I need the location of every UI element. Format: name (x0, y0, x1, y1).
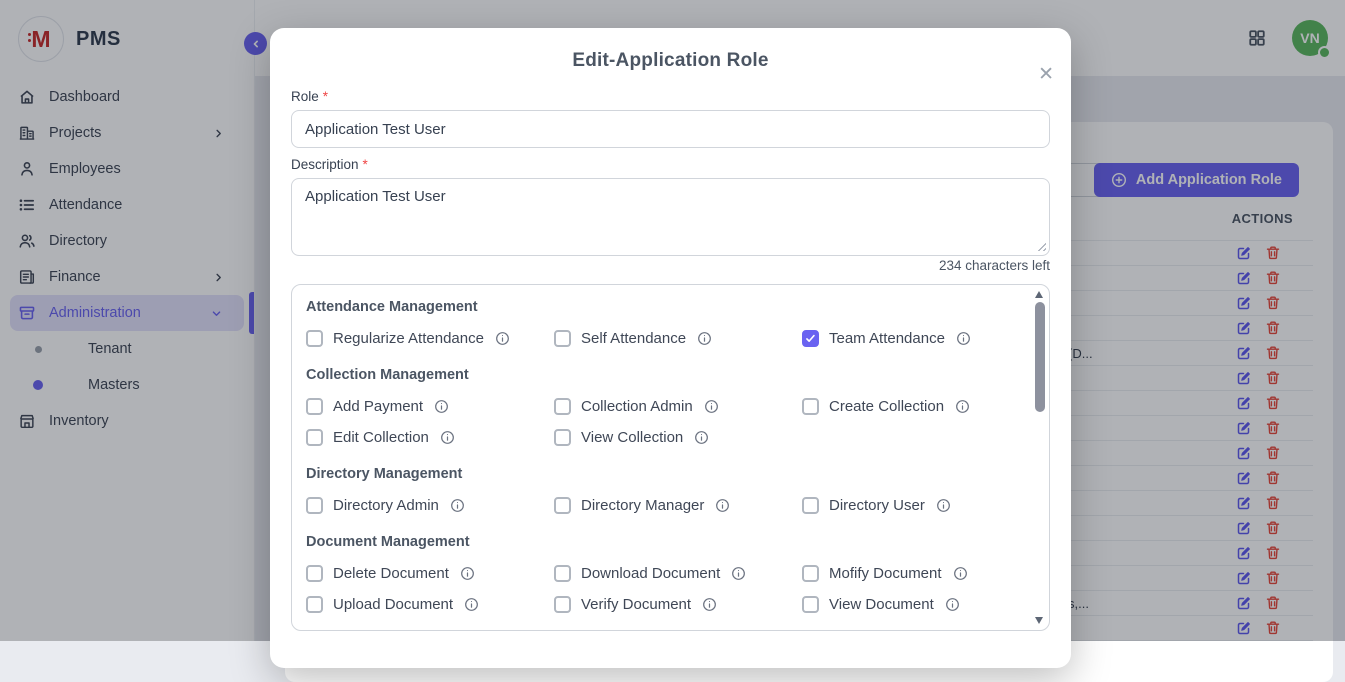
permission-label: Edit Collection (333, 429, 429, 446)
required-asterisk: * (363, 157, 368, 172)
checkbox-upload-document[interactable] (306, 596, 323, 613)
permission-item-create-collection[interactable]: Create Collection (802, 395, 1019, 417)
permission-label: Self Attendance (581, 330, 686, 347)
permissions-grid: Delete Document Download Document Mofify D… (306, 562, 1019, 615)
modal-title: Edit-Application Role (270, 28, 1071, 72)
permissions-grid: Add Payment Collection Admin Create Collec… (306, 395, 1019, 448)
info-icon[interactable] (936, 498, 951, 513)
checkbox-edit-collection[interactable] (306, 429, 323, 446)
permission-section-directory-management: Directory ManagementDirectory AdminDirec… (306, 466, 1019, 516)
info-icon[interactable] (460, 566, 475, 581)
permission-label: Team Attendance (829, 330, 945, 347)
permission-label: Create Collection (829, 398, 944, 415)
info-icon[interactable] (440, 430, 455, 445)
permission-item-regularize-attendance[interactable]: Regularize Attendance (306, 327, 554, 349)
info-icon[interactable] (464, 597, 479, 612)
permission-label: Add Payment (333, 398, 423, 415)
info-icon[interactable] (956, 331, 971, 346)
permission-label: View Collection (581, 429, 683, 446)
permission-label: Regularize Attendance (333, 330, 484, 347)
info-icon[interactable] (697, 331, 712, 346)
section-title: Collection Management (306, 367, 1019, 384)
checkbox-add-payment[interactable] (306, 398, 323, 415)
permission-item-upload-document[interactable]: Upload Document (306, 593, 554, 615)
permission-item-download-document[interactable]: Download Document (554, 562, 802, 584)
role-input[interactable] (291, 110, 1050, 148)
permission-item-collection-admin[interactable]: Collection Admin (554, 395, 802, 417)
info-icon[interactable] (694, 430, 709, 445)
permission-item-mofify-document[interactable]: Mofify Document (802, 562, 1019, 584)
description-textarea[interactable]: Application Test User (291, 178, 1050, 256)
description-label: Description* (291, 158, 1050, 172)
permission-section-document-management: Document Management Delete Document Downlo… (306, 534, 1019, 615)
checkbox-team-attendance[interactable] (802, 330, 819, 347)
scroll-down-arrow-icon[interactable] (1035, 617, 1043, 624)
permission-item-view-document[interactable]: View Document (802, 593, 1019, 615)
permission-label: Collection Admin (581, 398, 693, 415)
description-field-wrap: Application Test User (291, 178, 1050, 256)
section-title: Directory Management (306, 466, 1019, 483)
checkbox-directory-user[interactable] (802, 497, 819, 514)
info-icon[interactable] (715, 498, 730, 513)
permission-item-directory-user[interactable]: Directory User (802, 494, 1019, 516)
checkbox-regularize-attendance[interactable] (306, 330, 323, 347)
permission-label: Upload Document (333, 596, 453, 613)
permission-item-self-attendance[interactable]: Self Attendance (554, 327, 802, 349)
checkbox-self-attendance[interactable] (554, 330, 571, 347)
characters-left-counter: 234 characters left (291, 259, 1050, 273)
permission-item-add-payment[interactable]: Add Payment (306, 395, 554, 417)
info-icon[interactable] (450, 498, 465, 513)
permissions-grid: Directory Admin Directory Manager Director… (306, 494, 1019, 516)
checkbox-delete-document[interactable] (306, 565, 323, 582)
permission-item-directory-admin[interactable]: Directory Admin (306, 494, 554, 516)
required-asterisk: * (323, 89, 328, 104)
permission-label: Delete Document (333, 565, 449, 582)
role-label: Role* (291, 90, 1050, 104)
checkbox-download-document[interactable] (554, 565, 571, 582)
permissions-grid: Regularize Attendance Self Attendance Team… (306, 327, 1019, 349)
permissions-sections: Attendance Management Regularize Attendan… (306, 299, 1019, 615)
info-icon[interactable] (955, 399, 970, 414)
close-icon[interactable]: ✕ (1038, 65, 1054, 84)
checkbox-create-collection[interactable] (802, 398, 819, 415)
checkbox-directory-manager[interactable] (554, 497, 571, 514)
permission-label: Directory User (829, 497, 925, 514)
permission-item-verify-document[interactable]: Verify Document (554, 593, 802, 615)
permission-label: Download Document (581, 565, 720, 582)
permissions-box: Attendance Management Regularize Attendan… (291, 284, 1050, 631)
scrollbar-thumb[interactable] (1035, 302, 1045, 412)
permissions-scrollbar[interactable] (1033, 288, 1046, 627)
scroll-up-arrow-icon[interactable] (1035, 291, 1043, 298)
info-icon[interactable] (731, 566, 746, 581)
checkbox-directory-admin[interactable] (306, 497, 323, 514)
checkbox-collection-admin[interactable] (554, 398, 571, 415)
modal-body: Role* Description* Application Test User… (270, 90, 1071, 631)
permission-label: View Document (829, 596, 934, 613)
checkbox-mofify-document[interactable] (802, 565, 819, 582)
edit-application-role-modal: Edit-Application Role ✕ Role* Descriptio… (270, 28, 1071, 668)
checkbox-verify-document[interactable] (554, 596, 571, 613)
permission-item-view-collection[interactable]: View Collection (554, 426, 802, 448)
info-icon[interactable] (702, 597, 717, 612)
section-title: Document Management (306, 534, 1019, 551)
info-icon[interactable] (953, 566, 968, 581)
permission-label: Verify Document (581, 596, 691, 613)
permission-label: Directory Manager (581, 497, 704, 514)
permission-item-delete-document[interactable]: Delete Document (306, 562, 554, 584)
permission-label: Mofify Document (829, 565, 942, 582)
checkbox-view-document[interactable] (802, 596, 819, 613)
permission-section-attendance-management: Attendance Management Regularize Attendan… (306, 299, 1019, 349)
permission-item-team-attendance[interactable]: Team Attendance (802, 327, 1019, 349)
permission-section-collection-management: Collection Management Add Payment Collecti… (306, 367, 1019, 448)
permission-label: Directory Admin (333, 497, 439, 514)
permission-item-edit-collection[interactable]: Edit Collection (306, 426, 554, 448)
info-icon[interactable] (945, 597, 960, 612)
checkbox-view-collection[interactable] (554, 429, 571, 446)
info-icon[interactable] (434, 399, 449, 414)
info-icon[interactable] (495, 331, 510, 346)
permission-item-directory-manager[interactable]: Directory Manager (554, 494, 802, 516)
section-title: Attendance Management (306, 299, 1019, 316)
info-icon[interactable] (704, 399, 719, 414)
